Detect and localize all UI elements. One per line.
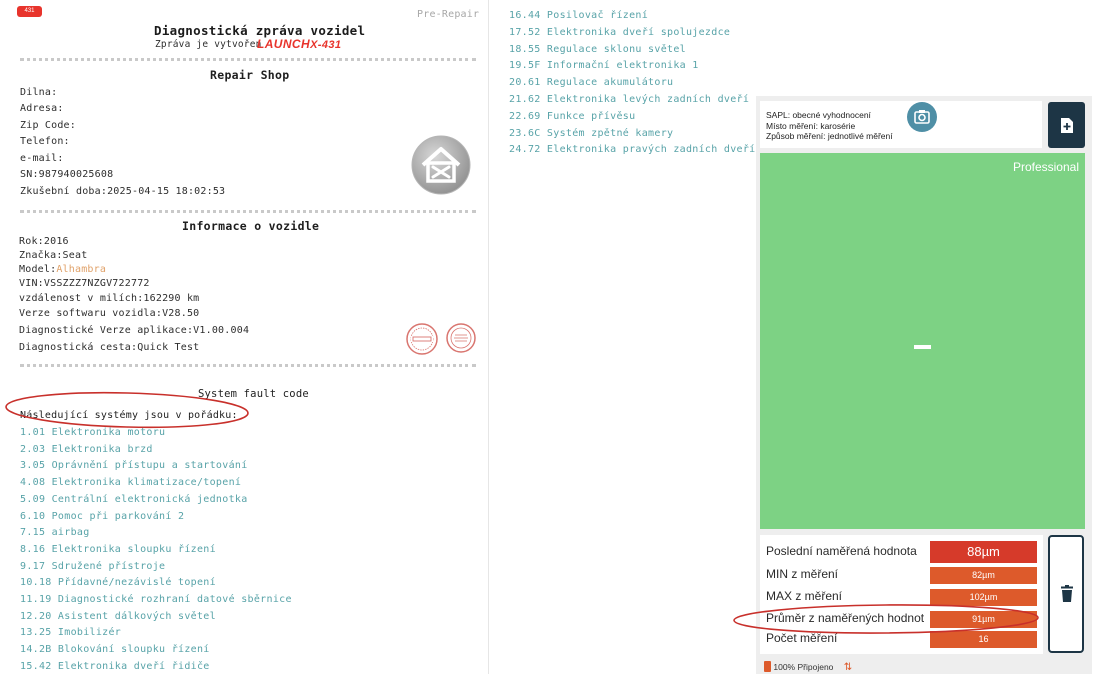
vehicle-make: Značka:Seat (19, 250, 88, 261)
system-ok-item: 22.69 Funkce přívěsu (509, 110, 636, 122)
vehicle-info-heading: Informace o vozidle (182, 219, 320, 233)
connection-status: Připojeno (797, 662, 834, 672)
vehicle-sw-version: Verze softwaru vozidla:V28.50 (19, 308, 200, 319)
system-ok-item: 23.6C Systém zpětné kamery (509, 127, 674, 139)
system-ok-item: 20.61 Regulace akumulátoru (509, 77, 674, 89)
pre-repair-label: Pre-Repair (417, 9, 480, 20)
launch-logo: LAUNCHX-431 (257, 37, 342, 51)
shop-dilna: Dilna: (20, 87, 58, 98)
shop-address: Adresa: (20, 103, 64, 114)
trash-icon (1061, 585, 1073, 602)
separator (20, 58, 476, 61)
battery-icon (764, 661, 771, 672)
result-label: Průměr z naměřených hodnot (766, 611, 925, 625)
camera-icon (914, 110, 930, 124)
separator (20, 364, 476, 367)
system-ok-item: 17.52 Elektronika dveří spolujezdce (509, 26, 731, 38)
system-ok-item: 19.5F Informační elektronika 1 (509, 60, 699, 72)
panel-divider (488, 0, 489, 674)
certification-stamp-icon (446, 323, 476, 353)
system-ok-item: 24.72 Elektronika pravých zadních dveří (509, 144, 756, 156)
repair-shop-heading: Repair Shop (210, 68, 290, 82)
system-ok-item: 4.08 Elektronika klimatizace/topení (20, 477, 242, 489)
display-value-dash (914, 345, 931, 349)
camera-button[interactable] (907, 102, 937, 132)
system-ok-item: 14.2B Blokování sloupku řízení (20, 644, 210, 656)
result-label: MAX z měření (766, 589, 843, 603)
result-value: 82µm (930, 567, 1037, 584)
sapl-text: SAPL: obecné vyhodnocení (766, 110, 871, 120)
sync-arrows-icon: ⇅ (843, 662, 853, 673)
measurement-display: Professional (760, 153, 1085, 529)
system-ok-item: 8.16 Elektronika sloupku řízení (20, 543, 216, 555)
system-ok-item: 11.19 Diagnostické rozhraní datové sběrn… (20, 594, 292, 605)
vehicle-year: Rok:2016 (19, 236, 69, 247)
system-ok-item: 21.62 Elektronika levých zadních dveří (509, 94, 750, 105)
vehicle-mileage: vzdálenost v milích:162290 km (19, 293, 200, 304)
workshop-house-icon (411, 135, 471, 195)
system-ok-item: 16.44 Posilovač řízení (509, 10, 649, 21)
system-ok-item: 2.03 Elektronika brzd (20, 443, 153, 455)
system-ok-item: 18.55 Regulace sklonu světel (509, 43, 686, 55)
measurement-info-card: SAPL: obecné vyhodnocení Místo měření: k… (760, 101, 1042, 148)
diagnostic-path: Diagnostická cesta:Quick Test (19, 342, 200, 353)
report-subtitle: Zpráva je vytvořen (155, 39, 262, 50)
system-ok-item: 7.15 airbag (20, 527, 90, 539)
vehicle-model: Model:Alhambra (19, 264, 107, 275)
launch-stamp-icon (406, 323, 438, 355)
mode-label: Professional (1012, 160, 1079, 174)
location-text: Místo měření: karosérie (766, 120, 856, 131)
result-label: Poslední naměřená hodnota (766, 544, 917, 558)
result-label: Počet měření (766, 631, 838, 645)
status-bar: 100% Připojeno ⇅ (764, 661, 852, 673)
add-file-icon (1061, 118, 1073, 133)
system-ok-item: 12.20 Asistent dálkových světel (20, 610, 216, 622)
system-ok-item: 1.01 Elektronika motoru (20, 427, 166, 438)
battery-level: 100% (773, 662, 796, 672)
method-text: Způsob měření: jednotlivé měření (766, 131, 893, 141)
vehicle-vin: VIN:VSSZZZ7NZGV722772 (19, 278, 150, 289)
system-ok-item: 5.09 Centrální elektronická jednotka (20, 493, 248, 505)
diagnostic-report: 431 Pre-Repair Diagnostická zpráva vozid… (0, 0, 488, 674)
report-title: Diagnostická zpráva vozidel (154, 23, 366, 38)
shop-phone: Telefon: (20, 136, 70, 147)
result-value: 91µm (930, 611, 1037, 628)
app-badge: 431 (17, 6, 42, 17)
system-ok-item: 6.10 Pomoc při parkování 2 (20, 510, 185, 522)
result-value: 88µm (930, 541, 1037, 563)
delete-button[interactable] (1048, 535, 1084, 653)
app-version: Diagnostické Verze aplikace:V1.00.004 (19, 325, 250, 336)
system-ok-item: 15.42 Elektronika dveří řidiče (20, 660, 210, 672)
system-ok-item: 13.25 Imobilizér (20, 627, 122, 639)
result-label: MIN z měření (766, 567, 839, 581)
serial-number: SN:987940025608 (20, 169, 114, 180)
result-value: 102µm (930, 589, 1037, 606)
separator (20, 210, 476, 213)
fault-code-heading: System fault code (198, 388, 309, 400)
result-value: 16 (930, 631, 1037, 648)
shop-zip: Zip Code: (20, 120, 76, 131)
systems-ok-text: Následující systémy jsou v pořádku: (20, 410, 238, 421)
test-time: Zkušební doba:2025-04-15 18:02:53 (20, 186, 226, 197)
system-ok-item: 3.05 Oprávnění přístupu a startování (20, 460, 248, 472)
system-ok-item: 10.18 Přídavné/nezávislé topení (20, 577, 216, 589)
system-ok-item: 9.17 Sdružené přístroje (20, 560, 166, 572)
add-report-button[interactable] (1048, 102, 1085, 148)
shop-email: e-mail: (20, 153, 64, 164)
